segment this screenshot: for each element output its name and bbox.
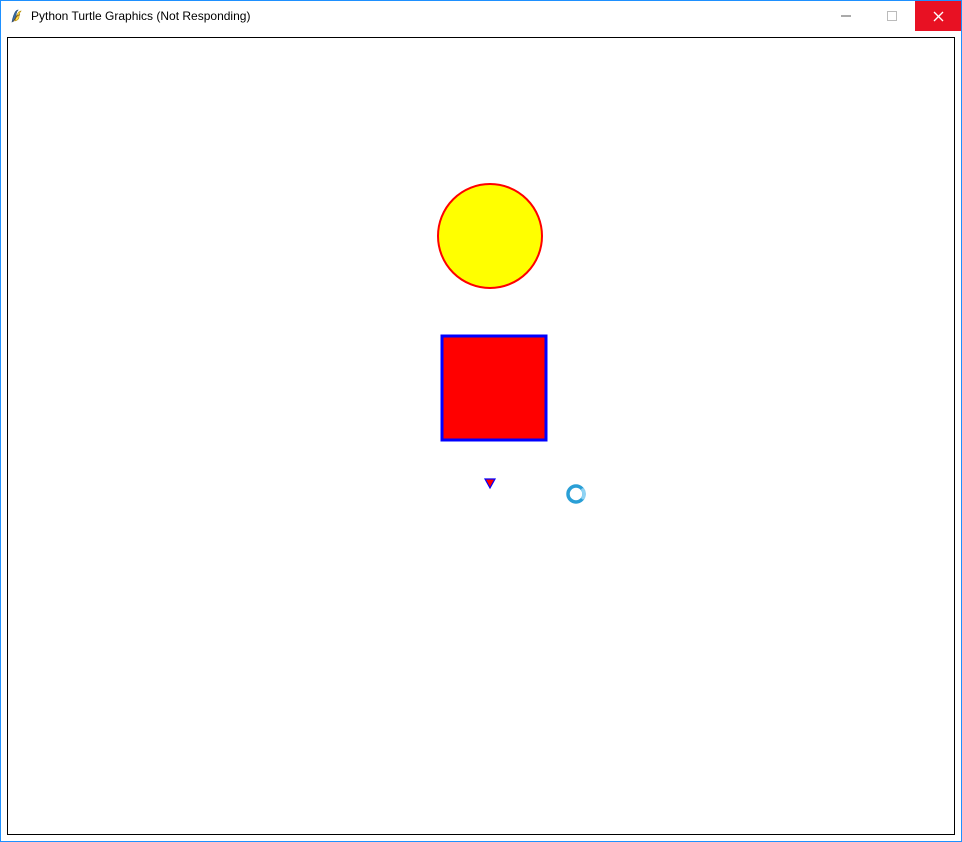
window-controls bbox=[823, 1, 961, 31]
maximize-button[interactable] bbox=[869, 1, 915, 31]
turtle-canvas bbox=[8, 38, 954, 835]
close-button[interactable] bbox=[915, 1, 961, 31]
app-window: Python Turtle Graphics (Not Responding) bbox=[0, 0, 962, 842]
drawn-circle bbox=[438, 184, 542, 288]
titlebar[interactable]: Python Turtle Graphics (Not Responding) bbox=[1, 1, 961, 31]
turtle-canvas-frame bbox=[7, 37, 955, 835]
turtle-cursor-icon bbox=[485, 479, 495, 488]
busy-cursor-icon bbox=[565, 483, 587, 505]
python-feather-icon bbox=[9, 8, 25, 24]
window-title: Python Turtle Graphics (Not Responding) bbox=[31, 9, 250, 23]
minimize-button[interactable] bbox=[823, 1, 869, 31]
drawn-square bbox=[442, 336, 546, 440]
